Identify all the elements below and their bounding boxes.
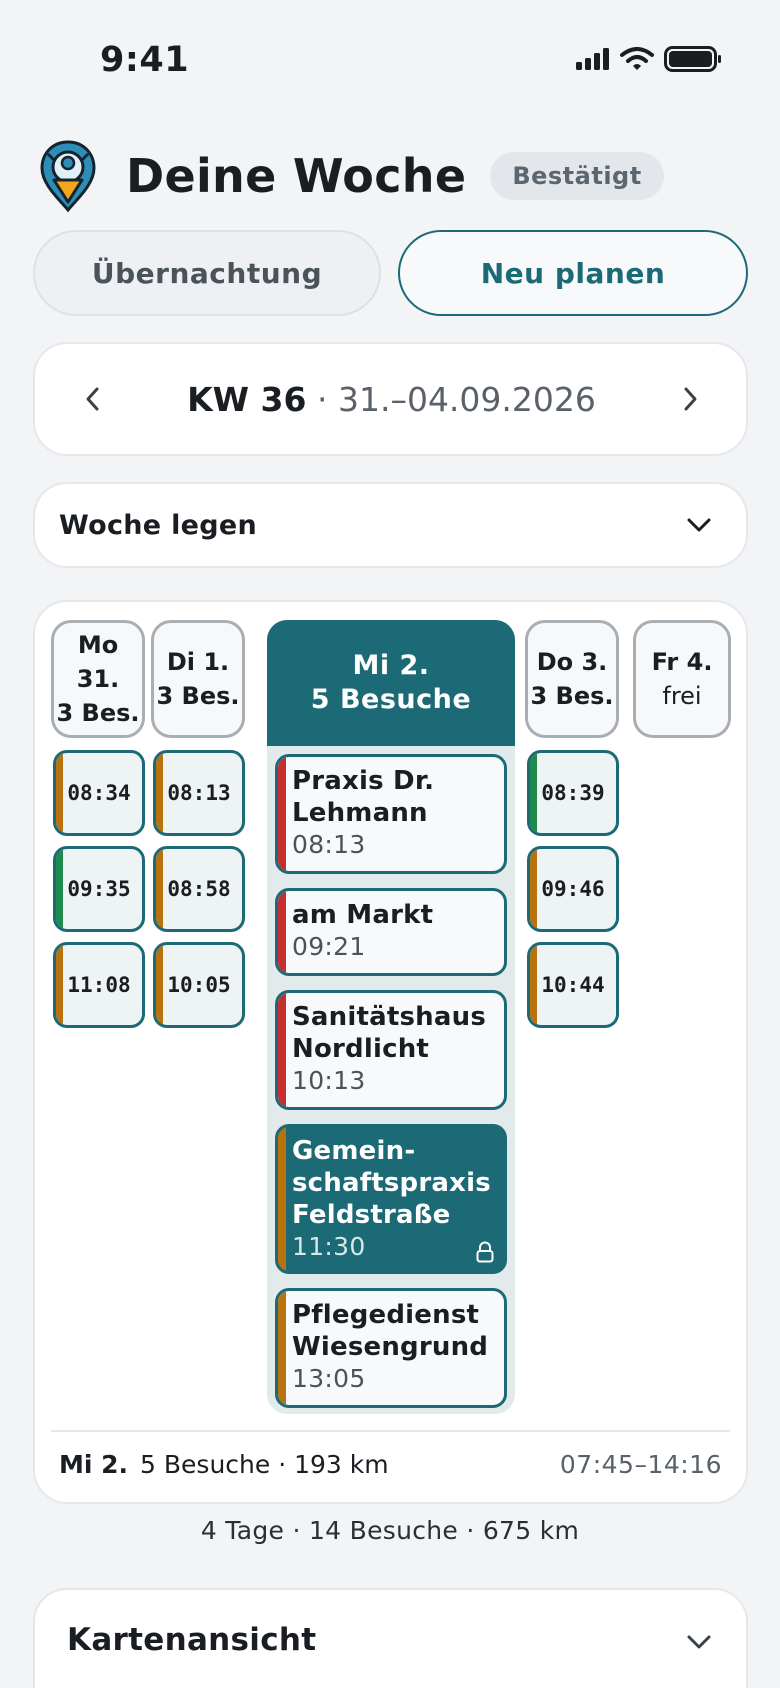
week-navigator: KW 36 · 31.–04.09.2026: [33, 342, 748, 456]
visit-chip[interactable]: 10:44: [527, 942, 619, 1028]
overnight-button[interactable]: Übernachtung: [33, 230, 381, 316]
map-section-label: Kartenansicht: [67, 1622, 317, 1658]
visit-chip[interactable]: 08:34: [53, 750, 145, 836]
visit-card[interactable]: Praxis Dr. Lehmann 08:13: [275, 754, 507, 874]
visit-color-bar: [278, 891, 286, 973]
status-icons: [576, 46, 722, 72]
visit-name: am Markt: [292, 900, 434, 930]
lock-icon: [476, 1241, 494, 1263]
chevron-left-icon[interactable]: [81, 384, 105, 414]
day-label: Di 1.: [166, 648, 230, 676]
visit-time: 08:34: [67, 781, 131, 805]
chevron-down-icon: [687, 518, 711, 532]
status-bar: 9:41: [0, 0, 780, 120]
summary-stats: 5 Besuche · 193 km: [140, 1450, 389, 1479]
visit-color-bar: [156, 753, 163, 833]
day-date: 31.: [76, 665, 120, 693]
day-summary: Mi 2. 5 Besuche · 193 km 07:45–14:16: [59, 1450, 722, 1479]
day-label: Fr 4.: [651, 648, 713, 676]
visit-time: 09:35: [67, 877, 131, 901]
day-count: 3 Bes.: [530, 682, 614, 710]
visit-chip[interactable]: 08:58: [153, 846, 245, 932]
day-count: 5 Besuche: [310, 684, 472, 715]
visit-card[interactable]: Pflegedienst Wiesengrund 13:05: [275, 1288, 507, 1408]
visit-chip[interactable]: 10:05: [153, 942, 245, 1028]
chevron-right-icon[interactable]: [678, 384, 702, 414]
visit-name: Pflegedienst Wiesengrund: [292, 1300, 489, 1362]
page-title: Deine Woche: [126, 149, 467, 203]
day-status: frei: [662, 682, 702, 710]
visit-color-bar: [156, 849, 163, 929]
divider: [51, 1430, 730, 1432]
status-badge: Bestätigt: [490, 152, 664, 200]
visit-color-bar: [56, 945, 63, 1025]
logo-icon: [40, 140, 96, 212]
replan-button[interactable]: Neu planen: [398, 230, 748, 316]
chevron-down-icon: [687, 1635, 711, 1649]
status-time: 9:41: [100, 40, 190, 80]
visit-chip[interactable]: 08:39: [527, 750, 619, 836]
day-label: Mi 2.: [352, 650, 430, 681]
visit-time: 08:13: [292, 830, 366, 859]
visit-color-bar: [530, 849, 537, 929]
visit-time: 10:44: [541, 973, 605, 997]
visit-time: 10:05: [167, 973, 231, 997]
visit-time: 13:05: [292, 1364, 366, 1393]
day-header-mo[interactable]: Mo 31. 3 Bes.: [51, 620, 145, 738]
map-view-section[interactable]: Kartenansicht: [33, 1588, 748, 1688]
day-label: Do 3.: [536, 648, 608, 676]
visit-color-bar: [156, 945, 163, 1025]
day-header-fr[interactable]: Fr 4. frei: [633, 620, 731, 738]
visit-color-bar: [278, 757, 286, 871]
visit-time: 10:13: [292, 1066, 366, 1095]
summary-day: Mi 2.: [59, 1450, 129, 1479]
week-number: KW 36: [187, 379, 307, 419]
visit-chip[interactable]: 11:08: [53, 942, 145, 1028]
visit-color-bar: [530, 945, 537, 1025]
visit-chip[interactable]: 09:35: [53, 846, 145, 932]
day-header-di[interactable]: Di 1. 3 Bes.: [151, 620, 245, 738]
visit-time: 08:58: [167, 877, 231, 901]
visit-time: 08:39: [541, 781, 605, 805]
visit-name: Gemein- schaftspraxis Feldstraße: [292, 1136, 491, 1230]
dropdown-label: Woche legen: [59, 509, 258, 541]
week-label: KW 36 · 31.–04.09.2026: [187, 380, 596, 419]
visit-color-bar: [278, 993, 286, 1107]
day-header-do[interactable]: Do 3. 3 Bes.: [525, 620, 619, 738]
week-range: · 31.–04.09.2026: [316, 379, 596, 419]
visit-time: 09:21: [292, 932, 366, 961]
visit-color-bar: [278, 1291, 286, 1405]
visit-color-bar: [278, 1127, 286, 1271]
day-count: 3 Bes.: [56, 699, 140, 727]
day-label: Mo: [77, 631, 119, 659]
day-header-mi[interactable]: Mi 2. 5 Besuche: [267, 620, 515, 746]
visit-card-selected[interactable]: Gemein- schaftspraxis Feldstraße 11:30: [275, 1124, 507, 1274]
visit-color-bar: [56, 753, 63, 833]
day-count: 3 Bes.: [156, 682, 240, 710]
visit-time: 08:13: [167, 781, 231, 805]
visit-time: 09:46: [541, 877, 605, 901]
visit-card[interactable]: Sanitätshaus Nordlicht 10:13: [275, 990, 507, 1110]
visit-time: 11:30: [292, 1232, 366, 1261]
week-mode-dropdown[interactable]: Woche legen: [33, 482, 748, 568]
week-totals: 4 Tage · 14 Besuche · 675 km: [200, 1516, 580, 1545]
visit-name: Sanitätshaus Nordlicht: [292, 1002, 487, 1064]
battery-icon: [664, 46, 721, 72]
visit-color-bar: [56, 849, 63, 929]
summary-time-range: 07:45–14:16: [559, 1450, 722, 1479]
visit-chip[interactable]: 09:46: [527, 846, 619, 932]
visit-name: Praxis Dr. Lehmann: [292, 766, 435, 828]
visit-time: 11:08: [67, 973, 131, 997]
visit-chip[interactable]: 08:13: [153, 750, 245, 836]
week-planner: Mo 31. 3 Bes. Di 1. 3 Bes. Mi 2. 5 Besuc…: [33, 600, 748, 1504]
page-header: Deine Woche Bestätigt: [40, 140, 664, 212]
signal-icon: [576, 48, 609, 70]
visit-card[interactable]: am Markt 09:21: [275, 888, 507, 976]
visit-color-bar: [530, 753, 537, 833]
wifi-icon: [620, 47, 654, 70]
